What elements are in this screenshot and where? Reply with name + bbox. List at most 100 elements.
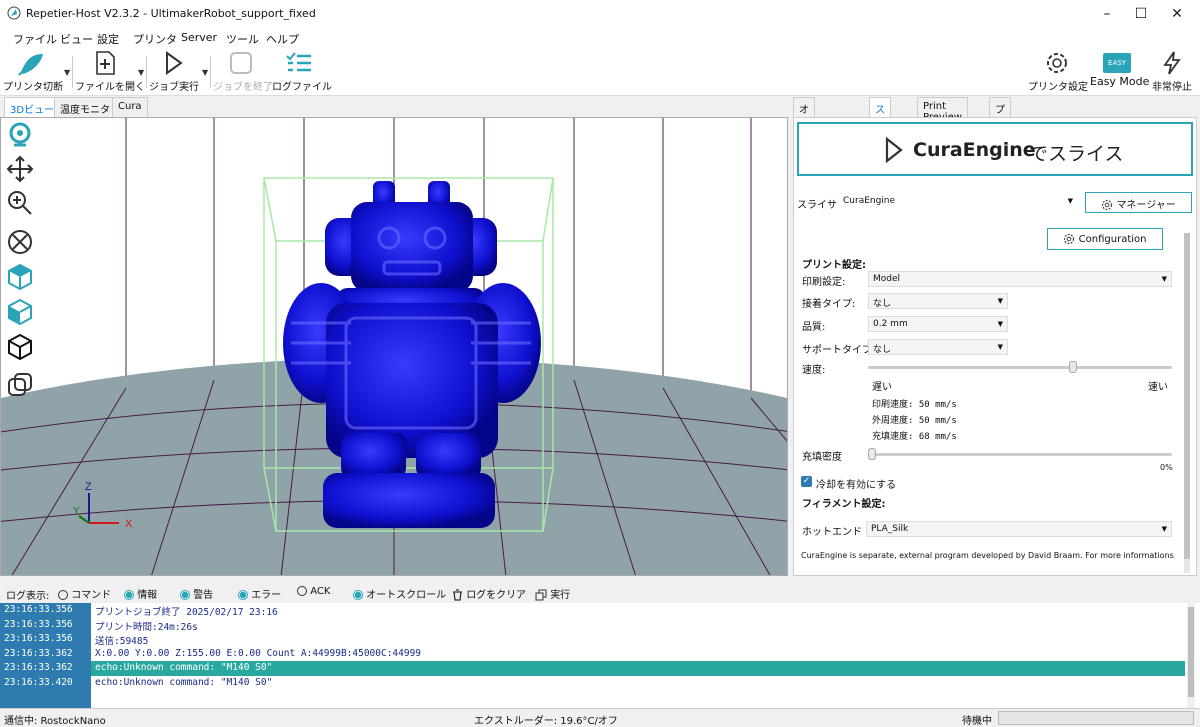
easy-mode-icon: EASY — [1103, 53, 1131, 73]
tab-3d-view[interactable]: 3Dビュー — [4, 97, 61, 117]
close-button[interactable]: ✕ — [1154, 0, 1200, 28]
infill-slider-track[interactable] — [868, 453, 1172, 456]
trash-icon — [453, 589, 462, 601]
open-file-button[interactable]: ファイルを開く — [75, 50, 145, 93]
app-icon — [7, 6, 21, 20]
infill-value: 0% — [1160, 463, 1173, 472]
outer-speed-value: 外周速度: 50 mm/s — [872, 416, 957, 426]
radio-icon — [353, 590, 363, 600]
radio-icon — [238, 590, 248, 600]
end-job-button[interactable]: ジョブを終了 — [213, 50, 273, 93]
print-profile-select[interactable]: Model ▼ — [868, 271, 1172, 287]
log-toolbar: ログ表示: コマンド 情報 警告 エラー ACK オートスクロール ログをクリア… — [0, 583, 1200, 603]
cube-side-view-icon[interactable] — [6, 332, 34, 360]
tab-printer-control[interactable]: プリンタ操作 — [989, 97, 1011, 191]
cube-top-view-icon[interactable] — [6, 262, 34, 290]
adhesion-select[interactable]: なし ▼ — [868, 293, 1008, 309]
menu-help[interactable]: ヘルプ — [266, 31, 299, 47]
gear-icon — [1047, 53, 1067, 73]
toolbar-separator — [146, 56, 147, 88]
infill-speed-value: 充填速度: 68 mm/s — [872, 432, 957, 442]
clear-log-button[interactable]: ログをクリア — [452, 586, 526, 601]
tab-temperature[interactable]: 温度モニタ — [54, 97, 116, 117]
toolbar: プリンタ切断 ▼ ファイルを開く ▼ ジョブ実行 ▼ ジョブを終了 ログファイル — [0, 48, 1200, 96]
progress-bar — [998, 711, 1194, 725]
tab-print-preview[interactable]: Print Preview — [917, 97, 968, 123]
log-filter-warnings[interactable]: 警告 — [180, 586, 213, 601]
emergency-stop-button[interactable]: 非常停止 — [1148, 50, 1196, 93]
open-file-dropdown-icon[interactable]: ▼ — [138, 68, 144, 77]
speed-slow-label: 遅い — [872, 382, 892, 393]
plug-icon — [18, 54, 43, 76]
menu-server[interactable]: Server — [181, 31, 217, 44]
zoom-icon[interactable] — [6, 189, 34, 217]
log-scrollbar[interactable] — [1187, 603, 1195, 708]
disconnect-dropdown-icon[interactable]: ▼ — [64, 68, 70, 77]
run-job-dropdown-icon[interactable]: ▼ — [202, 68, 208, 77]
menu-tools[interactable]: ツール — [226, 31, 259, 47]
3d-viewport[interactable]: Z Y X — [0, 117, 788, 576]
axis-y-label: Y — [73, 506, 80, 517]
disconnect-button[interactable]: プリンタ切断 — [3, 50, 63, 93]
quality-select[interactable]: 0.2 mm ▼ — [868, 316, 1008, 332]
log-filter-commands[interactable]: コマンド — [58, 586, 111, 601]
log-file-button[interactable]: ログファイル — [272, 50, 332, 93]
cooling-checkbox[interactable]: ✓ — [801, 476, 812, 487]
menu-bar: ファイル ビュー 設定 プリンタ Server ツール ヘルプ — [0, 28, 1200, 48]
manager-button[interactable]: マネージャー — [1085, 192, 1192, 213]
tab-cura[interactable]: Cura — [112, 97, 148, 117]
support-select[interactable]: なし ▼ — [868, 339, 1008, 355]
easy-mode-button[interactable]: EASY Easy Mode — [1090, 50, 1149, 88]
tab-object-placement[interactable]: オブジェクト配置 — [793, 97, 815, 221]
speed-slider-thumb[interactable] — [1069, 361, 1078, 373]
gear-icon — [1064, 233, 1075, 245]
menu-printer[interactable]: プリンタ — [133, 31, 177, 47]
status-bar: 通信中: RostockNano エクストルーダー: 19.6°C/オフ 待機中 — [0, 708, 1200, 727]
cube-front-view-icon[interactable] — [6, 297, 34, 325]
toolbar-separator — [210, 56, 211, 88]
log-filter-errors[interactable]: エラー — [238, 586, 281, 601]
view-toolbar — [0, 117, 36, 407]
slicer-select[interactable]: CuraEngine ▼ — [838, 193, 1078, 209]
log-autoscroll[interactable]: オートスクロール — [353, 586, 446, 601]
log-timestamp-column — [0, 690, 91, 708]
infill-slider-thumb[interactable] — [868, 448, 876, 460]
log-row-selected[interactable]: 23:16:33.362 echo:Unknown command: "M140 … — [0, 661, 1185, 676]
filament-settings-heading: フィラメント設定: — [802, 499, 886, 510]
log-list: 23:16:33.356 プリントジョブ終了 2025/02/17 23:16 2… — [0, 603, 1200, 708]
log-filter-info[interactable]: 情報 — [124, 586, 157, 601]
run-command-button[interactable]: 実行 — [535, 586, 570, 601]
menu-file[interactable]: ファイル — [13, 31, 57, 47]
stop-icon — [230, 52, 252, 74]
speed-slider-track[interactable] — [868, 366, 1172, 369]
printer-settings-button[interactable]: プリンタ設定 — [1028, 50, 1088, 93]
slice-button-brand: CuraEngine — [913, 139, 1036, 161]
extruder-status: エクストルーダー: 19.6°C/オフ — [474, 716, 618, 727]
slice-button[interactable]: CuraEngine でスライス — [797, 122, 1193, 176]
hotend-label: ホットエンド 1: — [802, 527, 875, 538]
configuration-button[interactable]: Configuration — [1047, 228, 1163, 250]
speed-label: 速度: — [802, 365, 826, 376]
adhesion-label: 接着タイプ: — [802, 299, 856, 310]
hotend-filament-select[interactable]: PLA_Silk ▼ — [866, 521, 1172, 537]
log-filter-ack[interactable]: ACK — [297, 586, 330, 597]
fit-view-icon[interactable] — [6, 228, 34, 256]
idle-status: 待機中 — [962, 716, 992, 727]
copy-objects-icon[interactable] — [6, 371, 34, 399]
slicer-scrollbar[interactable] — [1184, 233, 1190, 573]
chevron-down-icon: ▼ — [1161, 275, 1167, 283]
print-speed-value: 印刷速度: 50 mm/s — [872, 400, 957, 410]
print-settings-heading: プリント設定: — [802, 260, 866, 271]
speed-fast-label: 速い — [1148, 382, 1168, 393]
slicer-scrollbar-thumb[interactable] — [1184, 233, 1190, 559]
menu-settings[interactable]: 設定 — [97, 31, 119, 47]
run-job-button[interactable]: ジョブ実行 — [149, 50, 199, 93]
rotate-icon[interactable] — [6, 121, 34, 149]
log-view-label: ログ表示: — [6, 591, 50, 602]
move-icon[interactable] — [6, 155, 34, 183]
radio-icon — [58, 590, 68, 600]
log-row: 23:16:33.356 送信:59485 — [0, 632, 1185, 647]
menu-view[interactable]: ビュー — [60, 31, 93, 47]
tab-slicer[interactable]: スライサ — [869, 97, 891, 161]
log-scrollbar-thumb[interactable] — [1188, 607, 1194, 697]
